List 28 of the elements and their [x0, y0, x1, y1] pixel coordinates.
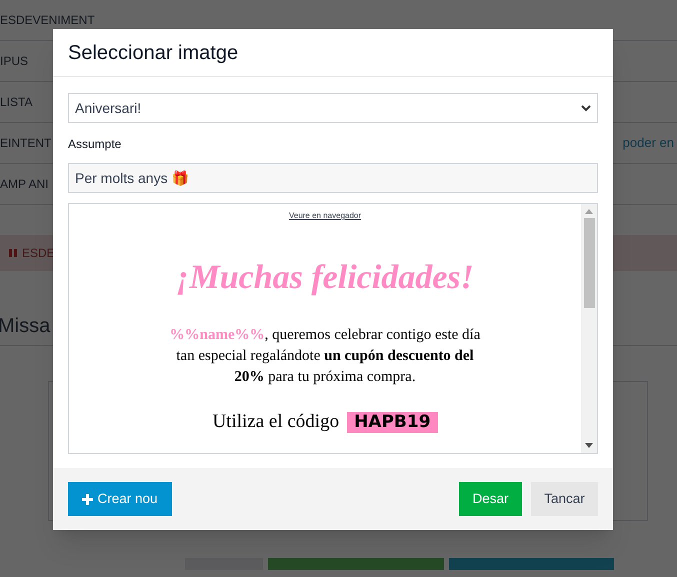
email-paragraph: %%name%%, queremos celebrar contigo este día tan especial regalándote un cupón descuento del 20% para tu próxima compra. — [168, 326, 482, 387]
plus-icon — [82, 494, 94, 504]
chevron-down-icon — [581, 104, 591, 112]
stats-button[interactable] — [449, 558, 614, 570]
coupon-code: HAPB19 — [347, 412, 438, 433]
subject-field[interactable]: Per molts anys 🎁 — [68, 163, 598, 193]
row-label: IPUS — [0, 53, 28, 70]
row-label: LISTA — [0, 94, 32, 111]
subject-value: Per molts anys 🎁 — [75, 168, 188, 188]
template-select[interactable]: Aniversari! — [68, 93, 598, 123]
row-label: EINTENT — [0, 135, 52, 152]
greeting-heading: ¡Muchas felicidades! — [176, 258, 474, 298]
browser-link[interactable]: Veure en navegador — [288, 210, 362, 222]
row-label: ESDEVENIMENT — [0, 12, 95, 29]
alert-text: ESDE — [22, 245, 55, 262]
row-label: AMP ANI — [0, 176, 48, 193]
scroll-up-icon[interactable] — [585, 209, 593, 214]
scrollbar[interactable] — [581, 204, 597, 453]
activate-button[interactable] — [268, 558, 444, 570]
scroll-down-icon[interactable] — [585, 443, 593, 448]
close-button[interactable]: Tancar — [531, 482, 598, 516]
field-label: Assumpte — [68, 136, 122, 153]
section-title: Missa — [0, 315, 50, 337]
dialog-title: Seleccionar imatge — [68, 40, 238, 66]
scrollbar-thumb[interactable] — [584, 218, 594, 308]
select-value: Aniversari! — [75, 98, 142, 118]
code-label: Utiliza el código — [212, 410, 340, 434]
pause-icon — [8, 248, 18, 258]
